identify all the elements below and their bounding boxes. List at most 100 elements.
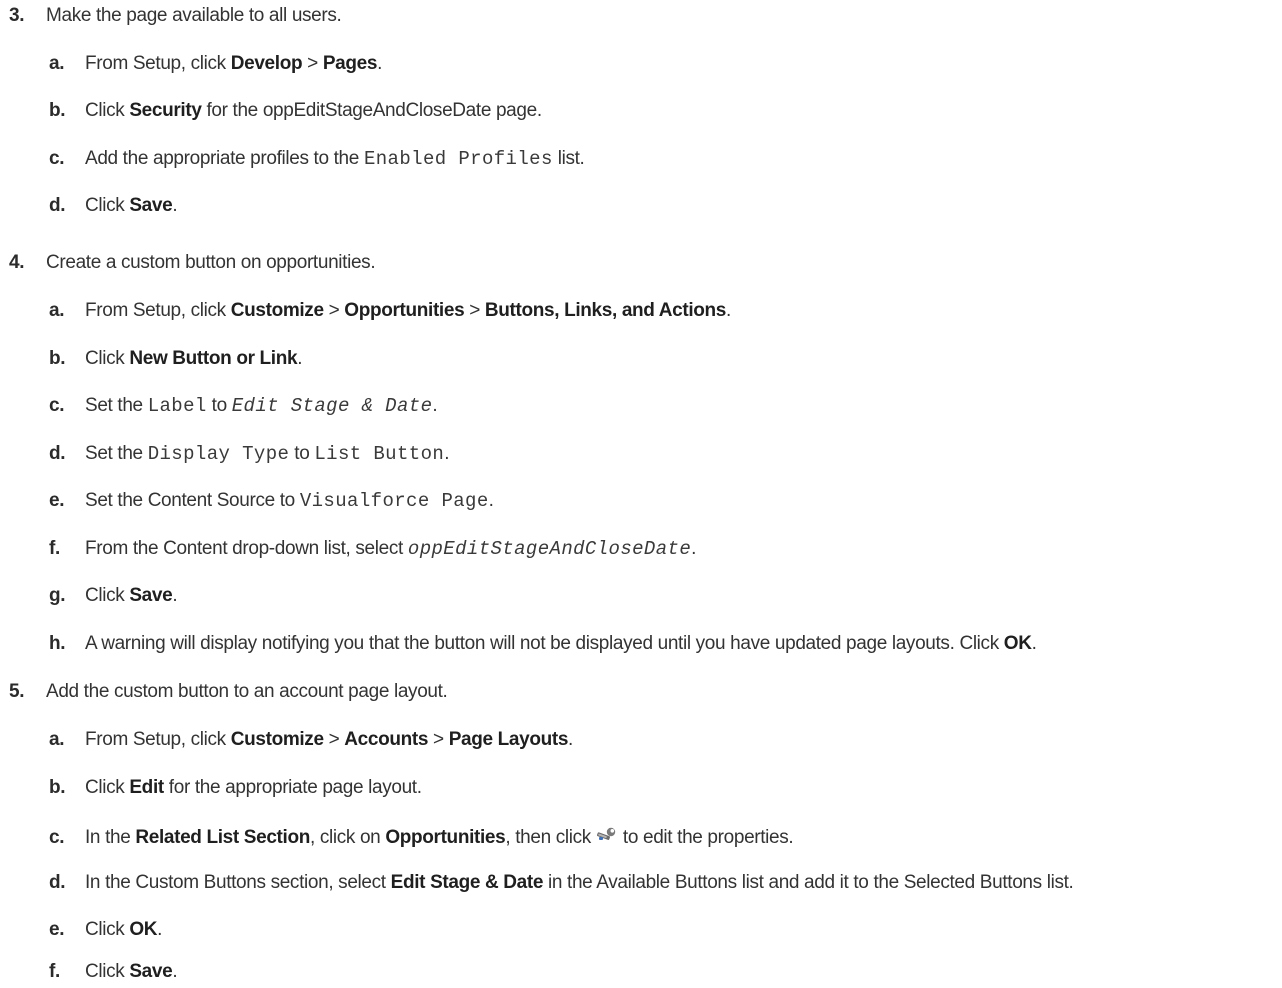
separator: > — [469, 300, 480, 321]
edit-term: Edit — [129, 777, 164, 798]
separator: > — [433, 729, 444, 750]
punct: . — [172, 585, 178, 606]
step-4h: h. A warning will display notifying you … — [49, 634, 1037, 653]
text: for the appropriate page layout. — [168, 777, 422, 798]
text: Add the appropriate profiles to the — [85, 148, 359, 169]
punct: . — [444, 443, 450, 464]
security-term: Security — [129, 100, 202, 121]
step-5a: a. From Setup, click Customize > Account… — [49, 730, 573, 749]
step-4e: e. Set the Content Source to Visualforce… — [49, 491, 494, 511]
step-4d: d. Set the Display Type to List Button. — [49, 444, 449, 464]
step-5: 5. Add the custom button to an account p… — [9, 682, 448, 701]
punct: . — [297, 348, 303, 369]
substep-letter: a. — [49, 300, 65, 321]
text: A warning will display notifying you tha… — [85, 633, 999, 654]
text: list. — [557, 148, 585, 169]
punct: . — [172, 195, 178, 216]
step-3: 3. Make the page available to all users. — [9, 5, 342, 26]
menu-pages: Pages — [322, 53, 378, 74]
punct: . — [726, 300, 731, 321]
substep-letter: b. — [49, 100, 66, 121]
related-list-section-term: Related List Section — [135, 827, 310, 848]
text: to edit the properties. — [622, 827, 794, 848]
step-5b: b. Click Edit for the appropriate page l… — [49, 778, 422, 797]
substep-letter: d. — [49, 195, 66, 216]
opportunities-term: Opportunities — [385, 827, 506, 848]
save-term: Save — [129, 195, 173, 216]
step-5c: c. In the Related List Section, click on… — [49, 825, 794, 848]
text: Click — [85, 348, 125, 369]
punct: . — [488, 490, 494, 511]
substep-letter: a. — [49, 53, 65, 74]
step-number: 5. — [9, 681, 25, 702]
text: , click on — [309, 827, 381, 848]
text: Click — [85, 195, 125, 216]
step-text: Create a custom button on opportunities. — [46, 252, 376, 273]
substep-letter: f. — [49, 538, 60, 559]
menu-page-layouts: Page Layouts — [448, 729, 569, 750]
punct: . — [172, 961, 178, 982]
code-visualforce-page: Visualforce Page — [299, 490, 489, 512]
step-4a: a. From Setup, click Customize > Opportu… — [49, 301, 731, 320]
instruction-document: 3. Make the page available to all users.… — [0, 0, 1282, 988]
step-number: 3. — [9, 5, 25, 26]
text: Click — [85, 100, 125, 121]
separator: > — [328, 300, 340, 321]
text: for the oppEditStageAndCloseDate page. — [206, 100, 542, 121]
step-3d: d. Click Save. — [49, 195, 178, 216]
separator: > — [307, 53, 318, 74]
text: in the Available Buttons list and add it… — [548, 872, 1074, 893]
step-4: 4. Create a custom button on opportuniti… — [9, 252, 376, 273]
substep-letter: e. — [49, 919, 65, 940]
step-number: 4. — [9, 252, 25, 273]
text: Set the Content Source to — [85, 490, 295, 511]
text: to — [211, 395, 228, 416]
menu-accounts: Accounts — [344, 729, 429, 750]
text: Click — [85, 919, 125, 940]
step-3c: c. Add the appropriate profiles to the E… — [49, 148, 585, 169]
substep-letter: d. — [49, 872, 66, 893]
code-label: Label — [147, 395, 207, 417]
step-3b: b. Click Security for the oppEditStageAn… — [49, 101, 542, 120]
substep-letter: f. — [49, 961, 60, 982]
step-3a: a. From Setup, click Develop > Pages. — [49, 54, 382, 73]
separator: > — [328, 729, 340, 750]
menu-customize: Customize — [230, 729, 324, 750]
substep-letter: b. — [49, 777, 66, 798]
menu-customize: Customize — [230, 300, 324, 321]
punct: . — [1031, 633, 1037, 654]
substep-letter: d. — [49, 443, 66, 464]
punct: . — [432, 395, 438, 416]
text: In the — [85, 827, 131, 848]
code-list-button: List Button — [314, 443, 445, 465]
step-4b: b. Click New Button or Link. — [49, 348, 303, 369]
step-4g: g. Click Save. — [49, 585, 178, 606]
wrench-icon — [595, 825, 617, 843]
punct: . — [568, 729, 573, 750]
punct: . — [157, 919, 163, 940]
text: From the Content drop-down list, select — [85, 538, 403, 559]
text: In the Custom Buttons section, select — [85, 872, 386, 893]
step-text: Make the page available to all users. — [46, 5, 342, 26]
punct: . — [691, 538, 697, 559]
menu-buttons-links-actions: Buttons, Links, and Actions — [484, 300, 726, 321]
menu-opportunities: Opportunities — [344, 300, 465, 321]
code-page-name: oppEditStageAndCloseDate — [407, 538, 692, 560]
ok-term: OK — [1003, 633, 1032, 654]
edit-stage-date-term: Edit Stage & Date — [390, 872, 544, 893]
substep-letter: a. — [49, 729, 65, 750]
substep-letter: h. — [49, 633, 66, 654]
substep-letter: e. — [49, 490, 65, 511]
text: From Setup, click — [85, 53, 226, 74]
substep-letter: b. — [49, 348, 66, 369]
text: From Setup, click — [85, 729, 226, 750]
step-4f: f. From the Content drop-down list, sele… — [49, 539, 696, 559]
ok-term: OK — [129, 919, 158, 940]
text: to — [294, 443, 310, 464]
save-term: Save — [129, 585, 173, 606]
substep-letter: c. — [49, 395, 65, 416]
substep-letter: c. — [49, 827, 65, 848]
substep-letter: c. — [49, 148, 65, 169]
code-edit-stage-date: Edit Stage & Date — [231, 395, 433, 417]
punct: . — [377, 53, 383, 74]
